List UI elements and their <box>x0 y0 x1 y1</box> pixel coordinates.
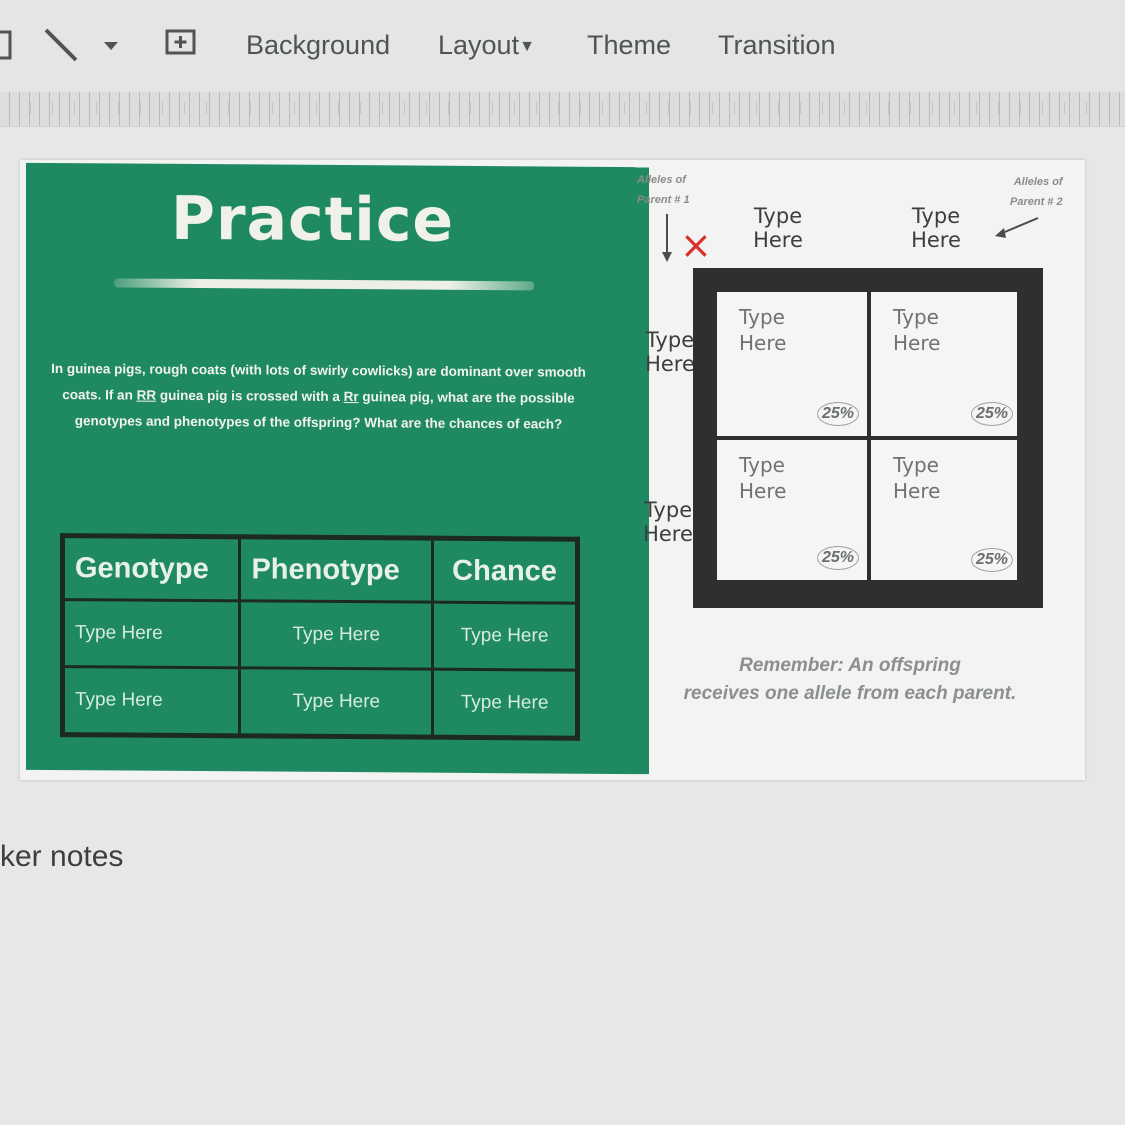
table-cell[interactable]: Type Here <box>239 600 433 670</box>
comment-icon[interactable] <box>0 30 14 64</box>
table-cell[interactable]: Type Here <box>432 669 578 739</box>
arrow-down-icon <box>662 214 672 262</box>
remember-line: receives one allele from each parent. <box>683 683 1017 704</box>
question-part: guinea pig is crossed with a <box>156 387 344 405</box>
note-parent2[interactable]: Alleles of Parent # 2 <box>1010 172 1063 212</box>
punnett-cell[interactable]: Type Here 25% <box>871 440 1017 580</box>
layout-label: Layout <box>438 30 520 60</box>
background-menu[interactable]: Background <box>246 30 390 61</box>
horizontal-ruler[interactable] <box>0 92 1125 127</box>
theme-menu[interactable]: Theme <box>587 30 671 61</box>
arrow-left-icon <box>995 217 1039 238</box>
header-genotype[interactable]: Genotype <box>62 535 240 601</box>
slide-title[interactable]: Practice <box>171 184 454 256</box>
punnett-square: Type Here 25% Type Here 25% Type Here 25… <box>693 268 1043 608</box>
table-cell[interactable]: Type Here <box>62 599 240 668</box>
cell-percent: 25% <box>970 402 1013 426</box>
genotype-rr-het: Rr <box>343 389 359 405</box>
slide-canvas[interactable]: Practice In guinea pigs, rough coats (wi… <box>20 160 1085 780</box>
chevron-down-icon[interactable] <box>103 40 119 52</box>
header-chance[interactable]: Chance <box>432 538 578 604</box>
table-header-row: Genotype Phenotype Chance <box>62 535 578 604</box>
cell-text: Type Here <box>739 305 787 355</box>
ruler-ticks <box>30 102 1105 114</box>
cell-percent: 25% <box>970 548 1013 572</box>
genotype-rr: RR <box>136 387 157 403</box>
punnett-cell[interactable]: Type Here 25% <box>871 292 1017 436</box>
cross-symbol: × <box>680 223 712 267</box>
table-cell[interactable]: Type Here <box>432 602 578 671</box>
allele-text: Type Here <box>911 204 961 252</box>
table-row: Type Here Type Here Type Here <box>62 599 578 671</box>
cell-percent: 25% <box>816 402 859 426</box>
top-allele-1[interactable]: Type Here <box>748 204 808 252</box>
speaker-notes-label[interactable]: ker notes <box>0 840 123 874</box>
allele-text: Type Here <box>643 498 693 546</box>
remember-note[interactable]: Remember: An offspring receives one alle… <box>650 652 1050 708</box>
question-text[interactable]: In guinea pigs, rough coats (with lots o… <box>46 356 591 438</box>
cell-percent: 25% <box>816 546 859 570</box>
cell-text: Type Here <box>893 453 941 503</box>
allele-text: Type Here <box>645 328 695 376</box>
note-line: Alleles of <box>1013 176 1063 188</box>
side-allele-1[interactable]: Type Here <box>644 328 696 376</box>
practice-panel: Practice In guinea pigs, rough coats (wi… <box>26 162 649 775</box>
remember-line: Remember: An offspring <box>739 655 961 676</box>
note-line: Parent # 2 <box>1010 196 1063 208</box>
cell-text: Type Here <box>739 453 787 503</box>
results-table: Genotype Phenotype Chance Type Here Type… <box>60 533 580 741</box>
brush-divider <box>114 278 534 291</box>
note-line: Alleles of <box>637 174 686 186</box>
note-parent1[interactable]: Alleles of Parent # 1 <box>637 170 690 210</box>
caret-down-icon: ▼ <box>519 37 535 55</box>
allele-text: Type Here <box>753 204 803 252</box>
punnett-cell[interactable]: Type Here 25% <box>717 292 867 436</box>
layout-menu[interactable]: Layout▼ <box>438 30 535 61</box>
side-allele-2[interactable]: Type Here <box>642 498 694 546</box>
line-tool-icon[interactable] <box>42 26 82 66</box>
cell-text: Type Here <box>893 305 941 355</box>
transition-menu[interactable]: Transition <box>718 30 836 61</box>
table-row: Type Here Type Here Type Here <box>62 666 578 739</box>
table-cell[interactable]: Type Here <box>62 666 240 736</box>
note-line: Parent # 1 <box>637 194 690 206</box>
punnett-cell[interactable]: Type Here 25% <box>717 440 867 580</box>
top-allele-2[interactable]: Type Here <box>906 204 966 252</box>
toolbar: Background Layout▼ Theme Transition <box>0 0 1125 92</box>
header-phenotype[interactable]: Phenotype <box>239 536 433 603</box>
table-cell[interactable]: Type Here <box>239 667 433 738</box>
add-comment-icon[interactable] <box>164 28 198 62</box>
